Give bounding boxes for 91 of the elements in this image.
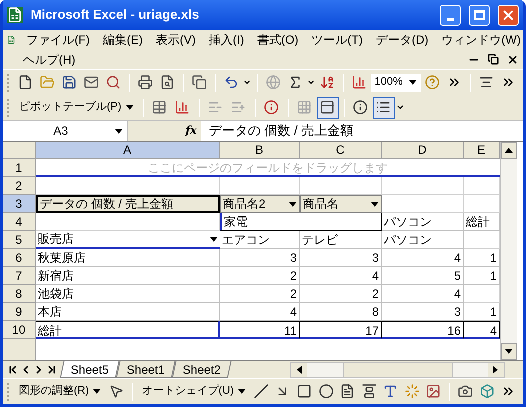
table-cell: 2 (220, 267, 300, 285)
horizontal-scrollbar[interactable] (290, 362, 505, 378)
caret-icon[interactable] (93, 388, 102, 395)
row-header[interactable]: 10 (3, 321, 36, 339)
sheet-tab[interactable]: Sheet1 (116, 361, 176, 378)
window-title: Microsoft Excel - uriage.xls (31, 6, 200, 24)
caret-icon[interactable] (115, 128, 123, 134)
row-header[interactable]: 4 (3, 213, 36, 231)
menu-item[interactable]: データ(D) (374, 31, 431, 49)
formula-field[interactable]: データの 個数 / 売上金額 (201, 121, 523, 141)
row-header[interactable]: 6 (3, 249, 36, 267)
table-cell: パソコン (382, 231, 464, 249)
table-cell: 3 (220, 249, 300, 267)
list-icon[interactable] (372, 96, 395, 118)
field-list-icon[interactable] (316, 96, 339, 118)
row-header[interactable]: 9 (3, 303, 36, 321)
row-header[interactable]: 5 (3, 231, 36, 249)
table-cell: 2 (300, 285, 382, 303)
table-cell: テレビ (300, 231, 382, 249)
table-cell: エアコン (220, 231, 300, 249)
dropdown-arrow-icon[interactable] (210, 236, 218, 242)
caret-icon[interactable] (408, 79, 417, 86)
table-cell: 総計 (36, 321, 220, 339)
table-cell: 4 (300, 267, 382, 285)
column-header[interactable]: E (464, 142, 500, 159)
table-cell: 3 (300, 249, 382, 267)
pivot-field-button[interactable]: 商品名2 (220, 195, 300, 213)
dropdown-arrow-icon[interactable] (371, 200, 379, 208)
page-field-drop-hint: ここにページのフィールドをドラッグします (36, 159, 500, 177)
table-cell: 新宿店 (36, 267, 220, 285)
first-sheet-icon[interactable] (7, 364, 19, 376)
scroll-down-icon[interactable] (505, 348, 513, 355)
table-cell: 4 (382, 285, 464, 303)
menu-item[interactable]: ヘルプ(H) (21, 50, 78, 68)
menu-item[interactable]: 編集(E) (101, 31, 146, 49)
scroll-right-icon[interactable] (492, 366, 500, 374)
menu-item[interactable]: ファイル(F) (24, 31, 92, 49)
table-cell: 17 (300, 321, 382, 339)
table-cell: 8 (300, 303, 382, 321)
table-cell: 4 (382, 249, 464, 267)
scroll-thumb[interactable] (342, 362, 453, 376)
table-cell: 秋葉原店 (36, 249, 220, 267)
column-header[interactable]: D (382, 142, 464, 159)
table-cell: 家電 (220, 213, 382, 231)
menu-item[interactable]: 表示(V) (154, 31, 198, 49)
row-header[interactable]: 3 (3, 195, 36, 213)
vertical-scrollbar[interactable] (500, 142, 517, 360)
menu-item[interactable]: 書式(O) (255, 31, 301, 49)
maximize-button[interactable] (469, 4, 490, 26)
spreadsheet-icon (7, 7, 23, 23)
table-cell: 本店 (36, 303, 220, 321)
menu-item[interactable]: 挿入(I) (207, 31, 246, 49)
caret-icon[interactable] (238, 388, 246, 395)
table-cell: 11 (220, 321, 300, 339)
column-header[interactable]: B (220, 142, 300, 159)
caret-icon[interactable] (396, 103, 405, 112)
restore-icon[interactable] (488, 54, 499, 65)
sheet-tab[interactable]: Sheet5 (60, 361, 120, 378)
last-sheet-icon[interactable] (46, 364, 58, 376)
menu-item[interactable]: ツール(T) (310, 31, 365, 49)
pivot-field-button[interactable]: 販売店 (36, 231, 220, 249)
menu-item[interactable]: ウィンドウ(W) (440, 31, 523, 49)
row-header[interactable]: 2 (3, 177, 36, 195)
scroll-up-icon[interactable] (505, 147, 513, 154)
table-cell: 2 (220, 285, 300, 303)
row-header[interactable]: 1 (3, 159, 36, 177)
zoom-field[interactable]: 100% (370, 74, 421, 92)
column-header[interactable]: C (300, 142, 382, 159)
insert-function-button[interactable]: fx (186, 122, 197, 140)
row-header[interactable]: 7 (3, 267, 36, 285)
minimize-button[interactable] (440, 4, 461, 26)
table-cell: 3 (382, 303, 464, 321)
toolbar-menu-button[interactable]: 図形の調整(R) (14, 382, 106, 402)
toolbar-menu-button[interactable]: ピボットテーブル(P) (15, 98, 138, 118)
caret-icon[interactable] (126, 104, 134, 111)
row-header[interactable]: 8 (3, 285, 36, 303)
scroll-left-icon[interactable] (296, 366, 303, 374)
table-cell: 4 (220, 303, 300, 321)
toolbar-menu-button[interactable]: オートシェイプ(U) (138, 382, 250, 402)
sheet-tab[interactable]: Sheet2 (172, 361, 232, 378)
close-icon[interactable] (507, 54, 519, 66)
table-cell: パソコン (382, 213, 464, 231)
data-field-button[interactable]: データの 個数 / 売上金額 (36, 195, 220, 213)
table-cell: 16 (382, 321, 464, 339)
table-cell: 5 (382, 267, 464, 285)
column-header[interactable]: A (36, 142, 220, 159)
caret-icon[interactable] (307, 78, 316, 87)
pivot-field-button[interactable]: 商品名 (300, 195, 382, 213)
caret-icon[interactable] (243, 78, 252, 87)
table-cell: 池袋店 (36, 285, 220, 303)
dropdown-arrow-icon[interactable] (289, 200, 297, 208)
